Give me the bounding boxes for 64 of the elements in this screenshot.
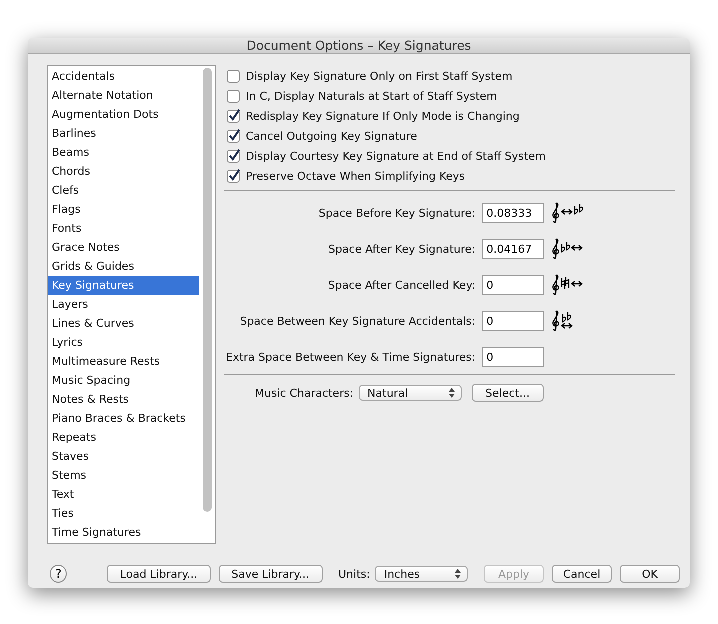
category-item[interactable]: Piano Braces & Brackets — [48, 409, 199, 428]
category-item[interactable]: Flags — [48, 200, 199, 219]
category-item[interactable]: Grace Notes — [48, 238, 199, 257]
updown-arrows-icon — [448, 388, 455, 398]
checkbox-label: Display Courtesy Key Signature at End of Staff System — [246, 150, 546, 162]
input-field[interactable]: 0.04167 — [482, 239, 544, 259]
category-item[interactable]: Clefs — [48, 181, 199, 200]
checkbox[interactable] — [227, 149, 241, 163]
input-field[interactable]: 0 — [482, 311, 544, 331]
category-item[interactable]: Chords — [48, 162, 199, 181]
checkbox-label: In C, Display Naturals at Start of Staff System — [246, 90, 498, 102]
input-field[interactable]: 0 — [482, 275, 544, 295]
units-dropdown[interactable]: Inches — [375, 566, 468, 582]
field-label: Extra Space Between Key & Time Signatures: — [226, 350, 476, 364]
category-item[interactable]: Ties — [48, 504, 199, 523]
category-item[interactable]: Key Signatures — [48, 276, 199, 295]
music-symbol-icon — [550, 274, 584, 296]
category-item[interactable]: Stems — [48, 466, 199, 485]
music-characters-label: Music Characters: — [255, 386, 354, 400]
field-label: Space Before Key Signature: — [318, 206, 476, 220]
checkbox[interactable] — [227, 129, 241, 143]
category-item[interactable]: Multimeasure Rests — [48, 352, 199, 371]
checkbox-label: Cancel Outgoing Key Signature — [246, 130, 418, 142]
checkbox-label: Display Key Signature Only on First Staff System — [246, 70, 513, 82]
category-item[interactable]: Lyrics — [48, 333, 199, 352]
units-label: Units: — [338, 568, 370, 580]
updown-arrows-icon — [455, 569, 461, 579]
checkbox-label: Redisplay Key Signature If Only Mode is Changing — [246, 110, 520, 122]
category-item[interactable]: Lines & Curves — [48, 314, 199, 333]
category-item[interactable]: Layers — [48, 295, 199, 314]
dialog-button[interactable]: Cancel — [552, 565, 612, 583]
category-item[interactable]: Staves — [48, 447, 199, 466]
help-button[interactable]: ? — [50, 565, 68, 583]
window-title: Document Options – Key Signatures — [246, 38, 472, 53]
checkbox[interactable] — [227, 169, 241, 183]
dialog-button[interactable]: OK — [620, 565, 680, 583]
category-item[interactable]: Beams — [48, 143, 199, 162]
category-item[interactable]: Notes & Rests — [48, 390, 199, 409]
field-label: Space Between Key Signature Accidentals: — [239, 314, 476, 328]
category-item[interactable]: Time Signatures — [48, 523, 199, 542]
music-symbol-icon — [550, 202, 584, 224]
save-library-button[interactable]: Save Library... — [218, 565, 322, 583]
checkbox-label: Preserve Octave When Simplifying Keys — [246, 170, 466, 182]
checkbox[interactable] — [227, 89, 241, 103]
load-library-button[interactable]: Load Library... — [107, 565, 211, 583]
checkbox[interactable] — [227, 69, 241, 83]
field-label: Space After Key Signature: — [327, 242, 476, 256]
category-item[interactable]: Text — [48, 485, 199, 504]
category-item[interactable]: Accidentals — [48, 67, 199, 86]
checkbox[interactable] — [227, 109, 241, 123]
field-label: Space After Cancelled Key: — [327, 278, 476, 292]
category-item[interactable]: Barlines — [48, 124, 199, 143]
category-item[interactable]: Fonts — [48, 219, 199, 238]
select-button[interactable]: Select... — [472, 384, 544, 402]
music-characters-dropdown[interactable]: Natural — [358, 385, 462, 401]
category-item[interactable]: Alternate Notation — [48, 86, 199, 105]
category-item[interactable]: Augmentation Dots — [48, 105, 199, 124]
input-field[interactable]: 0 — [482, 347, 544, 367]
category-item[interactable]: Music Spacing — [48, 371, 199, 390]
input-field[interactable]: 0.08333 — [482, 203, 544, 223]
category-item[interactable]: Repeats — [48, 428, 199, 447]
scrollbar-thumb[interactable] — [202, 68, 212, 512]
category-item[interactable]: Grids & Guides — [48, 257, 199, 276]
music-symbol-icon — [550, 238, 584, 260]
